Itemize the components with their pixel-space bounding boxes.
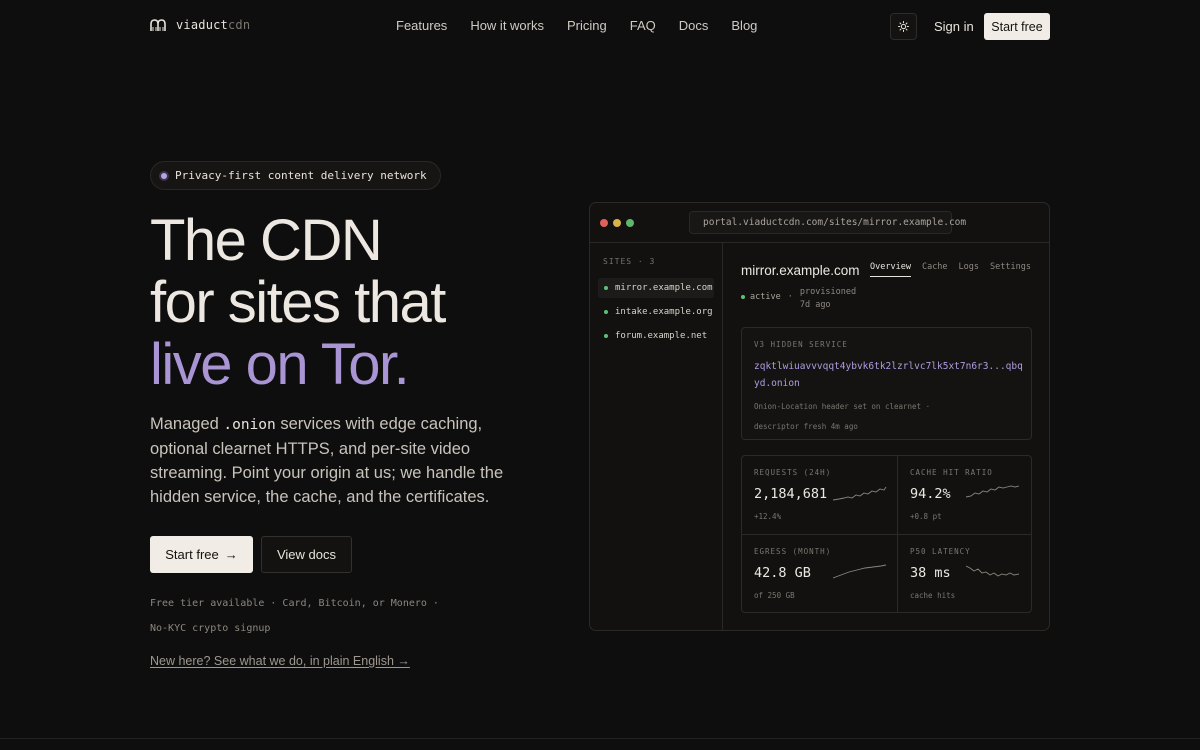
onion-address[interactable]: zqktlwiuavvvqqt4ybvk6tk2lzrlvc7lk5xt7n6r… xyxy=(754,358,1024,392)
status-label: active xyxy=(750,292,781,302)
tab-cache[interactable]: Cache xyxy=(922,262,948,277)
stats-grid: REQUESTS (24H) 2,184,681 +12.4% CACHE HI… xyxy=(741,455,1032,613)
active-dot-icon xyxy=(741,295,745,299)
minimize-dot-icon xyxy=(613,219,621,227)
site-name: intake.example.org xyxy=(615,307,713,317)
hero-title-line-1: The CDN xyxy=(150,208,383,273)
latency-sparkline xyxy=(966,565,1020,577)
theme-toggle-button[interactable] xyxy=(890,13,917,40)
top-nav: viaductcdn Features How it works Pricing… xyxy=(0,0,1200,52)
nav-links: Features How it works Pricing FAQ Docs B… xyxy=(396,18,780,33)
site-detail-panel: mirror.example.com Overview Cache Logs S… xyxy=(724,243,1049,630)
start-free-button[interactable]: Start free → xyxy=(150,536,253,573)
brand-logo[interactable]: viaductcdn xyxy=(150,18,250,32)
site-name: forum.example.net xyxy=(615,331,708,341)
stat-latency: P50 LATENCY 38 ms cache hits xyxy=(898,535,1043,613)
onion-code: .onion xyxy=(223,417,276,433)
badge-dot-icon xyxy=(161,172,167,179)
tab-logs[interactable]: Logs xyxy=(959,262,979,277)
status-dot-icon xyxy=(604,286,608,290)
stat-egress: EGRESS (MONTH) 42.8 GB of 250 GB xyxy=(742,535,887,613)
nav-link-pricing[interactable]: Pricing xyxy=(567,18,607,33)
view-docs-button[interactable]: View docs xyxy=(261,536,352,573)
hero-title: The CDN for sites that live on Tor. xyxy=(150,208,446,397)
hero-title-line-3: live on Tor. xyxy=(150,332,410,397)
sun-icon xyxy=(898,21,909,32)
window-titlebar: portal.viaductcdn.com/sites/mirror.examp… xyxy=(590,203,1049,243)
tab-overview[interactable]: Overview xyxy=(870,262,911,277)
hidden-service-meta: Onion-Location header set on clearnet · … xyxy=(754,402,931,431)
section-divider xyxy=(0,738,1200,739)
nav-link-faq[interactable]: FAQ xyxy=(630,18,656,33)
hero-description: Managed .onion services with edge cachin… xyxy=(150,415,504,506)
tab-settings[interactable]: Settings xyxy=(990,262,1031,277)
fine-print-line-2: No-KYC crypto signup xyxy=(150,623,271,634)
status-dot-icon xyxy=(604,310,608,314)
cache-hit-sparkline xyxy=(966,485,1020,498)
nav-link-how-it-works[interactable]: How it works xyxy=(470,18,544,33)
site-title: mirror.example.com xyxy=(741,263,860,278)
hero-badge: Privacy-first content delivery network xyxy=(150,161,441,190)
sites-header: SITES · 3 xyxy=(603,257,656,266)
sign-in-link[interactable]: Sign in xyxy=(934,19,974,34)
nav-link-docs[interactable]: Docs xyxy=(679,18,709,33)
arrow-right-icon: → xyxy=(224,547,238,562)
start-free-label: Start free xyxy=(165,547,219,562)
sidebar-item-mirror[interactable]: mirror.example.com xyxy=(598,278,714,298)
stat-requests: REQUESTS (24H) 2,184,681 +12.4% xyxy=(742,456,887,534)
hidden-service-label: V3 HIDDEN SERVICE xyxy=(754,340,848,349)
address-bar[interactable]: portal.viaductcdn.com/sites/mirror.examp… xyxy=(689,211,966,234)
hero-title-line-2: for sites that xyxy=(150,270,446,335)
maximize-dot-icon xyxy=(626,219,634,227)
sites-sidebar: SITES · 3 mirror.example.com intake.exam… xyxy=(590,243,723,630)
sidebar-item-forum[interactable]: forum.example.net xyxy=(598,326,714,346)
viaduct-logo-icon xyxy=(150,19,166,31)
egress-sparkline xyxy=(833,564,887,579)
start-free-nav-button[interactable]: Start free xyxy=(984,13,1050,40)
brand-name: viaductcdn xyxy=(176,18,251,32)
site-status: active · provisioned 7d ago xyxy=(741,286,856,312)
plain-english-link[interactable]: New here? See what we do, in plain Engli… xyxy=(150,654,410,668)
fine-print-line-1: Free tier available · Card, Bitcoin, or Mo… xyxy=(150,598,439,609)
portal-preview-window: portal.viaductcdn.com/sites/mirror.examp… xyxy=(589,202,1050,631)
address-url: portal.viaductcdn.com/sites/mirror.examp… xyxy=(703,217,967,228)
close-dot-icon xyxy=(600,219,608,227)
site-name: mirror.example.com xyxy=(615,283,713,293)
status-dot-icon xyxy=(604,334,608,338)
badge-text: Privacy-first content delivery network xyxy=(175,169,427,182)
requests-sparkline xyxy=(833,486,887,501)
nav-link-features[interactable]: Features xyxy=(396,18,447,33)
provisioned-label: provisioned 7d ago xyxy=(799,287,857,310)
site-tabs: Overview Cache Logs Settings xyxy=(870,262,1042,277)
nav-link-blog[interactable]: Blog xyxy=(731,18,757,33)
hidden-service-card: V3 HIDDEN SERVICE zqktlwiuavvvqqt4ybvk6t… xyxy=(741,327,1032,440)
sidebar-item-intake[interactable]: intake.example.org xyxy=(598,302,714,322)
stat-cache-hit: CACHE HIT RATIO 94.2% +0.8 pt xyxy=(898,456,1043,534)
